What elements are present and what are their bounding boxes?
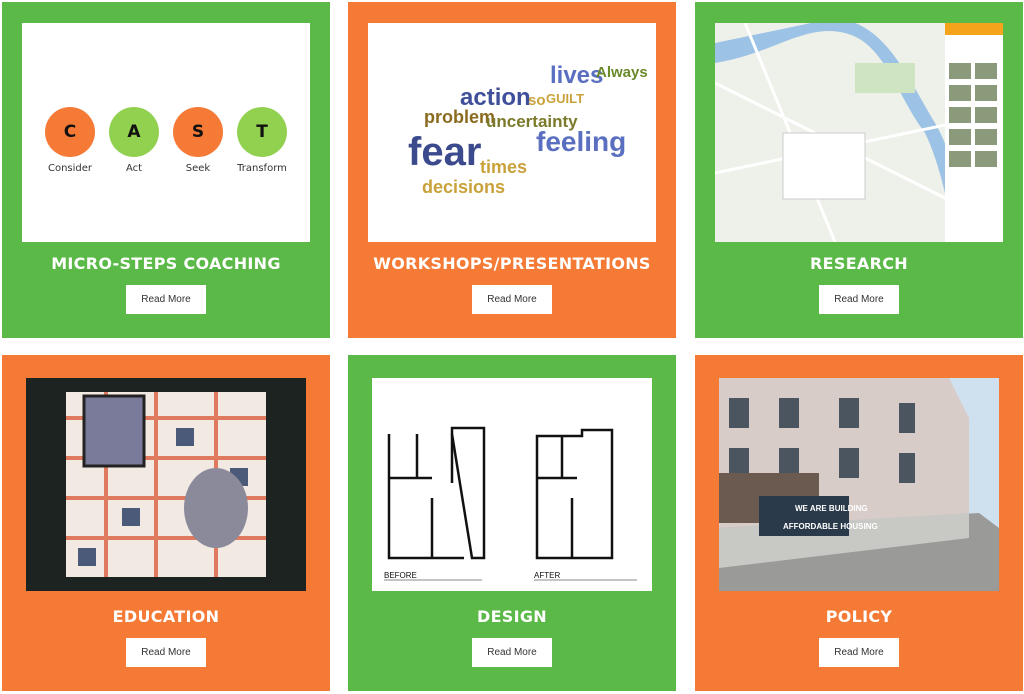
- word: uncertainty: [486, 112, 578, 131]
- word: so: [528, 92, 546, 109]
- cast-circle: S: [173, 107, 223, 157]
- word: problem: [424, 107, 495, 127]
- word: GUILT: [546, 91, 584, 106]
- word: times: [480, 157, 527, 177]
- cast-label: Transform: [237, 163, 287, 174]
- word: decisions: [422, 177, 505, 197]
- cast-label: Seek: [185, 163, 211, 174]
- read-more-button[interactable]: Read More: [819, 638, 899, 667]
- read-more-button[interactable]: Read More: [472, 638, 552, 667]
- cast-circle: C: [45, 107, 95, 157]
- word-cloud-image: fear feeling action lives problem uncert…: [368, 23, 656, 242]
- construction-photo: WE ARE BUILDING AFFORDABLE HOUSING: [719, 378, 999, 591]
- card-design: BEFORE AFTER DESIGN Read More: [348, 355, 676, 691]
- card-education: EDUCATION Read More: [2, 355, 330, 691]
- plan-label: BEFORE: [384, 571, 417, 580]
- word: fear: [408, 130, 481, 174]
- card-workshops-presentations: fear feeling action lives problem uncert…: [348, 2, 676, 338]
- read-more-button[interactable]: Read More: [819, 285, 899, 314]
- card-title: WORKSHOPS/PRESENTATIONS: [373, 254, 651, 273]
- card-title: MICRO-STEPS COACHING: [51, 254, 281, 273]
- banner-text: WE ARE BUILDING: [795, 504, 868, 513]
- cast-circle: A: [109, 107, 159, 157]
- cast-circle: T: [237, 107, 287, 157]
- card-policy: WE ARE BUILDING AFFORDABLE HOUSING POLIC…: [695, 355, 1023, 691]
- cast-image: C Consider A Act S Seek T Transform: [22, 23, 310, 242]
- quilt-image: [26, 378, 306, 591]
- card-title: EDUCATION: [112, 607, 220, 626]
- floor-plan-image: BEFORE AFTER: [372, 378, 652, 591]
- banner-text: AFFORDABLE HOUSING: [783, 522, 878, 531]
- read-more-button[interactable]: Read More: [126, 285, 206, 314]
- map-image: [715, 23, 1003, 242]
- word: Always: [596, 64, 648, 81]
- cast-label: Consider: [47, 163, 93, 174]
- read-more-button[interactable]: Read More: [126, 638, 206, 667]
- cast-label: Act: [125, 163, 143, 174]
- card-micro-steps-coaching: C Consider A Act S Seek T Transform MICRO-ST…: [2, 2, 330, 338]
- card-title: POLICY: [825, 607, 893, 626]
- card-research: RESEARCH Read More: [695, 2, 1023, 338]
- plan-label: AFTER: [534, 571, 560, 580]
- card-title: RESEARCH: [810, 254, 908, 273]
- card-title: DESIGN: [476, 607, 547, 626]
- read-more-button[interactable]: Read More: [472, 285, 552, 314]
